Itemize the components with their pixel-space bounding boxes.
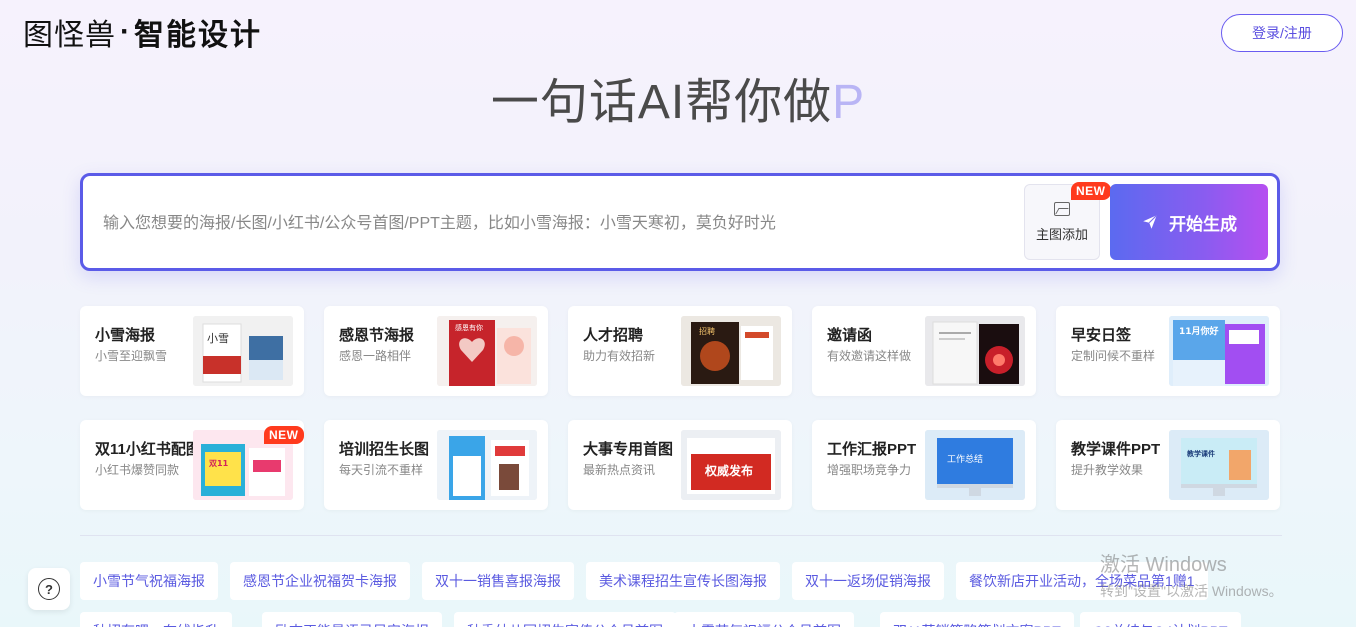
suggestion-tag[interactable]: 双十一销售喜报海报 — [422, 562, 574, 600]
card-title: 感恩节海报 — [339, 327, 415, 344]
hero-typing-text: P — [832, 76, 866, 129]
image-icon — [1054, 201, 1070, 216]
card-title: 双11小红书配图 — [95, 441, 201, 458]
prompt-input[interactable] — [103, 212, 1003, 236]
card-training-long[interactable]: 培训招生长图 每天引流不重样 — [324, 420, 548, 510]
suggestion-tag[interactable]: 秋季幼儿园招生宣传公众号首图 — [454, 612, 676, 627]
card-thumbnail: 招聘 — [681, 316, 781, 386]
card-snow-poster[interactable]: 小雪海报 小雪至迎飘雪 小雪 — [80, 306, 304, 396]
card-title: 早安日签 — [1071, 327, 1132, 344]
thumb-text: 教学课件 — [1186, 449, 1215, 458]
card-thumbnail: 11月你好 — [1169, 316, 1269, 386]
prompt-box: 主图添加 NEW 开始生成 — [80, 173, 1280, 271]
card-title: 邀请函 — [827, 327, 873, 344]
suggestion-tag[interactable]: 小雪节气祝福海报 — [80, 562, 218, 600]
card-title: 教学课件PPT — [1071, 441, 1161, 458]
card-subtitle: 定制问候不重样 — [1071, 349, 1156, 363]
card-teaching-ppt[interactable]: 教学课件PPT 提升教学效果 教学课件 — [1056, 420, 1280, 510]
logo-dot: · — [120, 15, 130, 48]
section-divider — [80, 535, 1282, 536]
watermark-subtitle: 转到"设置"以激活 Windows。 — [1100, 583, 1283, 599]
new-badge: NEW — [264, 426, 304, 444]
card-title: 大事专用首图 — [583, 441, 674, 458]
generate-label: 开始生成 — [1169, 214, 1237, 234]
suggestion-tag[interactable]: 双十一返场促销海报 — [792, 562, 944, 600]
question-icon: ? — [38, 578, 60, 600]
card-thumbnail: 小雪 — [193, 316, 293, 386]
suggestion-tag[interactable]: 感恩节企业祝福贺卡海报 — [230, 562, 410, 600]
card-title: 人才招聘 — [583, 327, 644, 344]
card-thumbnail — [925, 316, 1025, 386]
thumb-text: 权威发布 — [704, 463, 753, 478]
card-subtitle: 最新热点资讯 — [583, 463, 656, 477]
card-xhs-double11[interactable]: 双11小红书配图 小红书爆赞同款 双11 NEW — [80, 420, 304, 510]
card-subtitle: 感恩一路相伴 — [339, 349, 412, 363]
send-icon — [1143, 214, 1158, 229]
thumb-text: 招聘 — [699, 326, 715, 336]
thumb-text: 小雪 — [207, 332, 229, 345]
card-morning-sign[interactable]: 早安日签 定制问候不重样 11月你好 — [1056, 306, 1280, 396]
card-title: 工作汇报PPT — [827, 441, 917, 458]
suggestion-tag[interactable]: 美术课程招生宣传长图海报 — [586, 562, 780, 600]
suggestion-tag[interactable]: 小雪节气祝福公众号首图 — [674, 612, 854, 627]
new-badge: NEW — [1071, 182, 1111, 200]
suggestion-tag[interactable]: 秋招有喂，在线指升 — [80, 612, 232, 627]
card-work-report-ppt[interactable]: 工作汇报PPT 增强职场竞争力 工作总结 — [812, 420, 1036, 510]
hero-text: 一句话AI帮你做 — [490, 76, 833, 129]
card-headline-cover[interactable]: 大事专用首图 最新热点资讯 权威发布 — [568, 420, 792, 510]
card-subtitle: 每天引流不重样 — [339, 463, 424, 477]
card-subtitle: 助力有效招新 — [583, 349, 656, 363]
card-thumbnail: 教学课件 — [1169, 430, 1269, 500]
windows-activation-watermark: 激活 Windows 转到"设置"以激活 Windows。 — [1100, 548, 1283, 601]
card-thumbnail: 工作总结 — [925, 430, 1025, 500]
suggestion-tag[interactable]: Q3总结与Q4计划PPT — [1080, 612, 1241, 627]
thumb-text: 11月你好 — [1179, 325, 1219, 337]
card-invitation[interactable]: 邀请函 有效邀请这样做 — [812, 306, 1036, 396]
add-main-image-label: 主图添加 — [1035, 226, 1088, 242]
generate-button[interactable]: 开始生成 — [1110, 184, 1268, 260]
card-subtitle: 有效邀请这样做 — [827, 349, 912, 363]
thumb-text: 感恩有你 — [455, 323, 483, 332]
hero-title: 一句话AI帮你做P — [0, 62, 1356, 132]
thumb-text: 工作总结 — [947, 453, 983, 465]
help-button[interactable]: ? — [28, 568, 70, 610]
card-title: 小雪海报 — [95, 327, 156, 344]
suggestion-tag[interactable]: 双11营销策略策划方案PPT — [880, 612, 1074, 627]
suggestion-tag[interactable]: 励志正能量语录早安海报 — [262, 612, 442, 627]
card-subtitle: 小雪至迎飘雪 — [95, 349, 168, 363]
card-subtitle: 提升教学效果 — [1071, 463, 1144, 477]
card-thumbnail — [437, 430, 537, 500]
card-thumbnail: 感恩有你 — [437, 316, 537, 386]
logo-text-main: 图怪兽 — [23, 19, 116, 52]
card-subtitle: 增强职场竞争力 — [827, 463, 912, 477]
card-recruitment[interactable]: 人才招聘 助力有效招新 招聘 — [568, 306, 792, 396]
thumb-text: 双11 — [209, 459, 229, 468]
brand-logo[interactable]: 图怪兽 · 智能设计 — [23, 12, 262, 52]
login-register-button[interactable]: 登录/注册 — [1221, 14, 1343, 52]
logo-text-sub: 智能设计 — [134, 19, 262, 52]
card-subtitle: 小红书爆赞同款 — [95, 463, 180, 477]
card-thumbnail: 权威发布 — [681, 430, 781, 500]
card-title: 培训招生长图 — [339, 441, 430, 458]
card-thanksgiving-poster[interactable]: 感恩节海报 感恩一路相伴 感恩有你 — [324, 306, 548, 396]
watermark-title: 激活 Windows — [1100, 554, 1227, 576]
